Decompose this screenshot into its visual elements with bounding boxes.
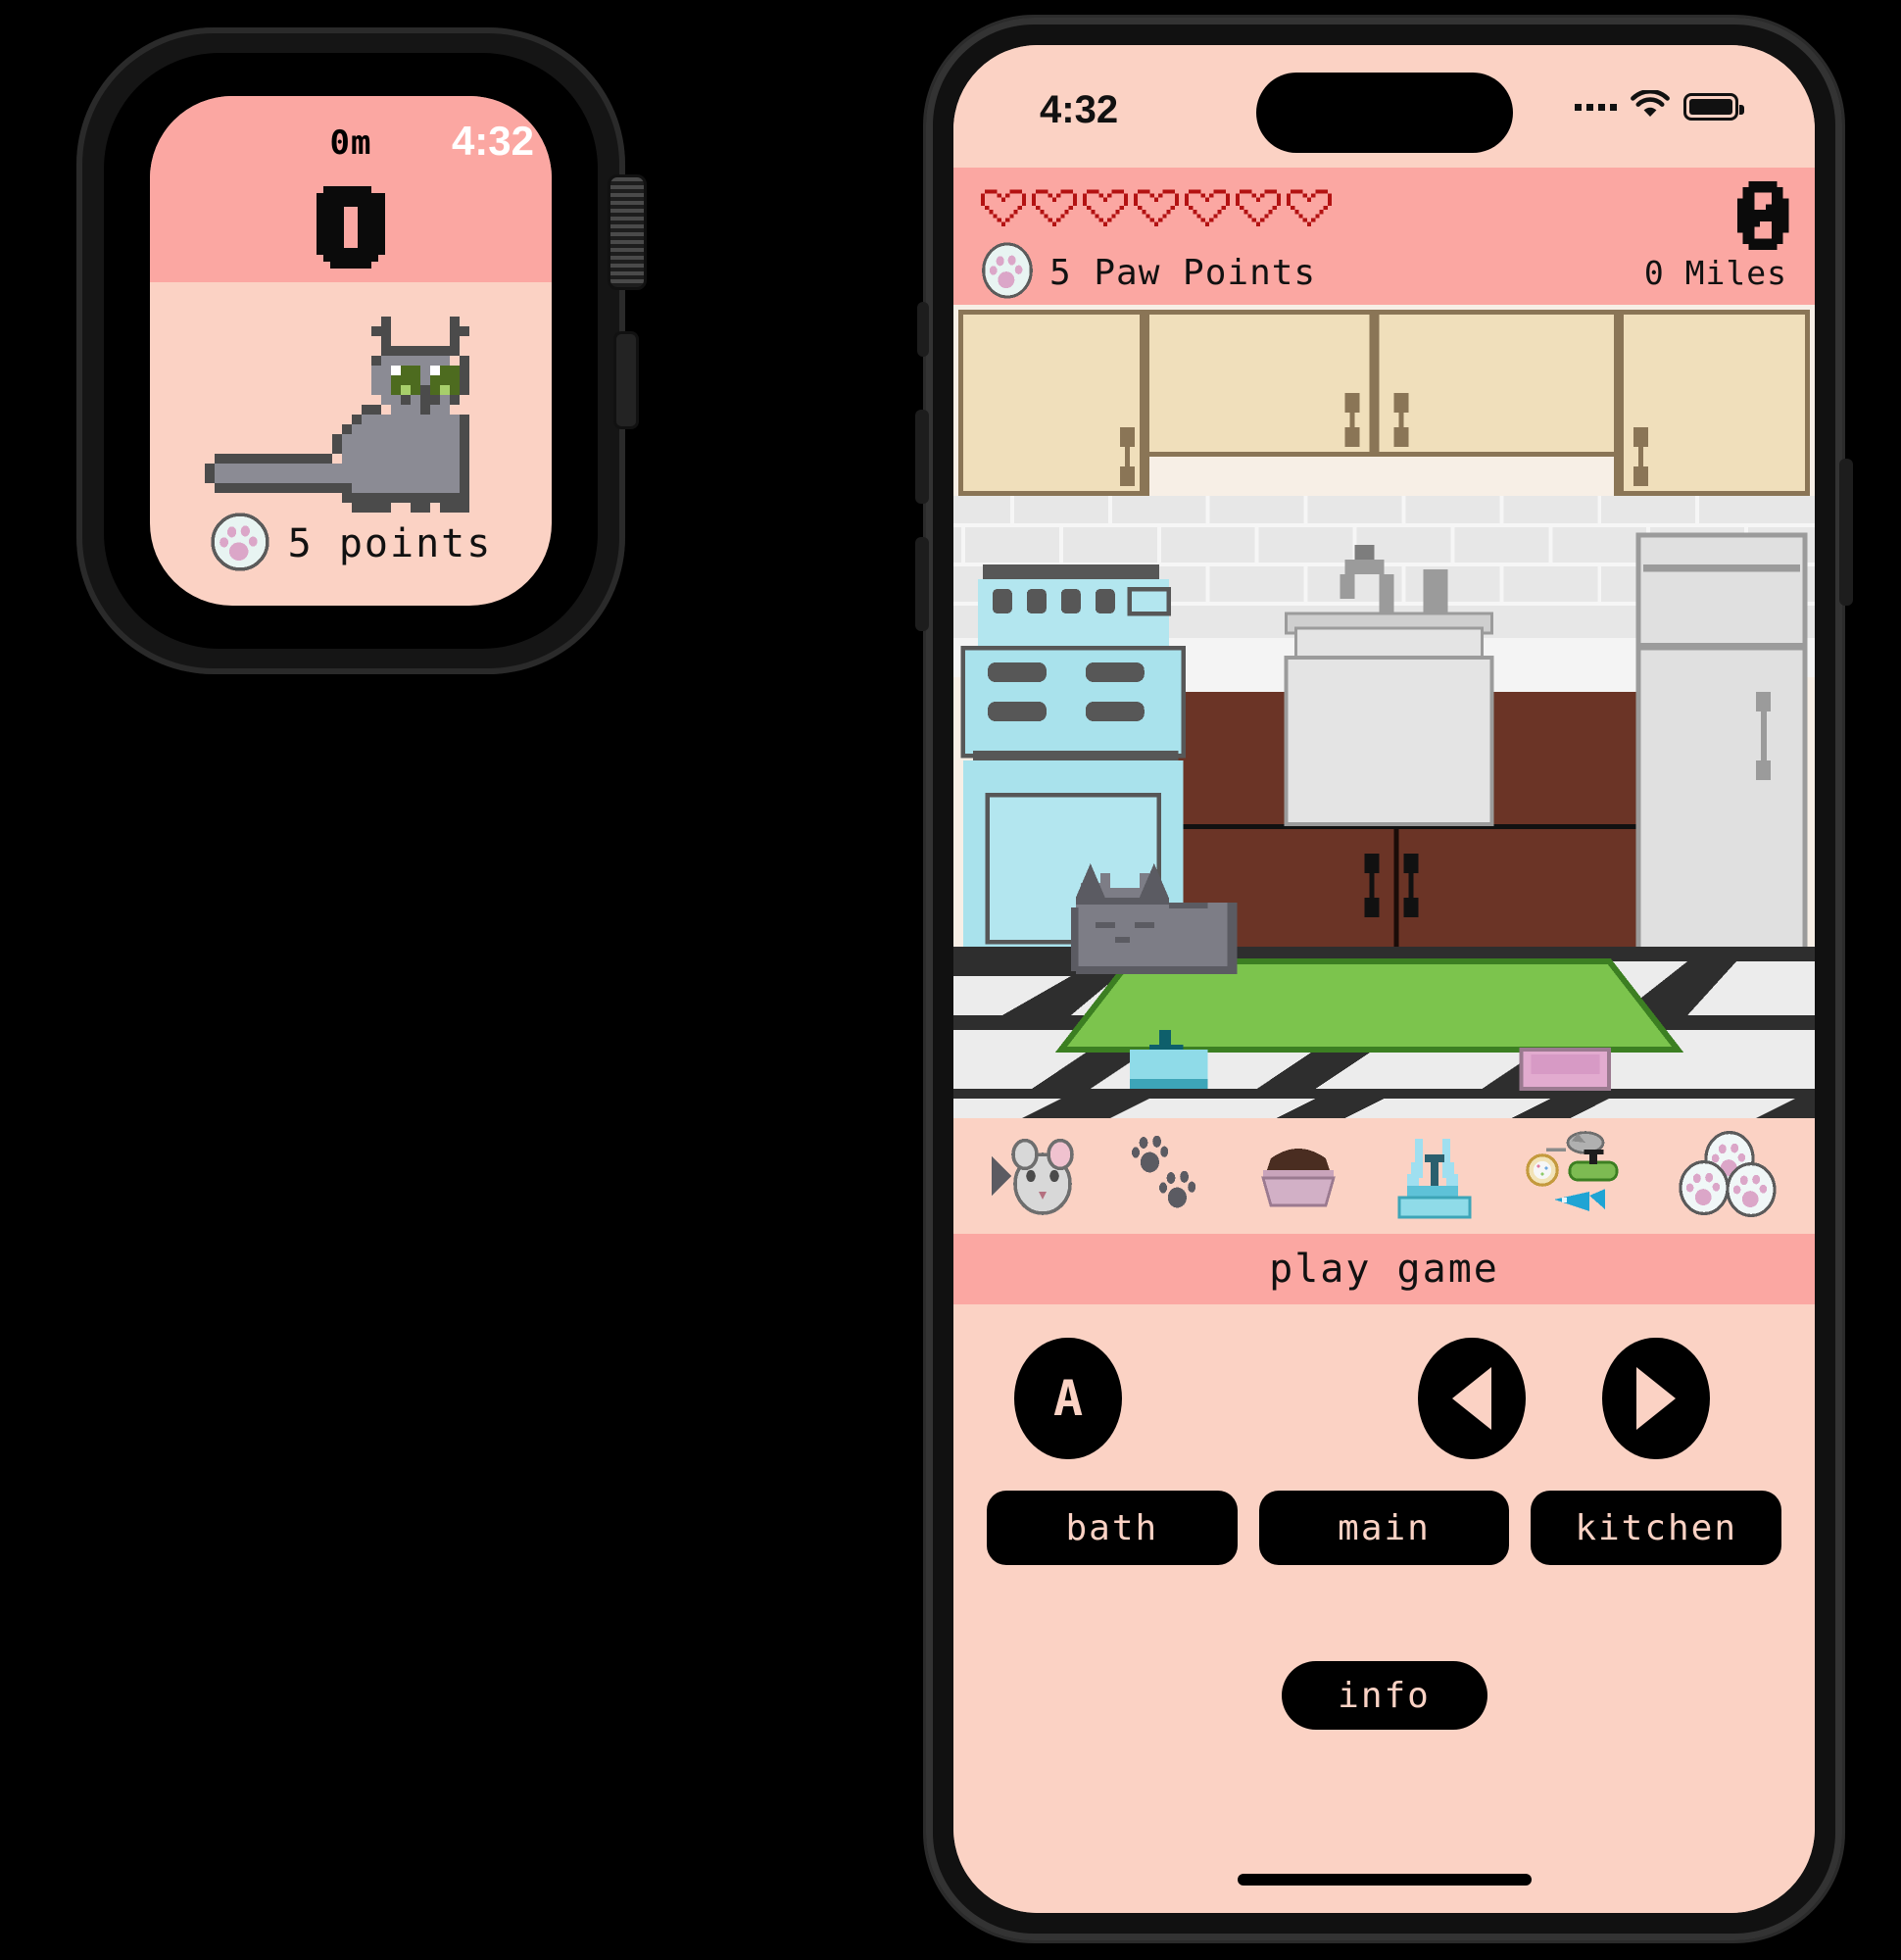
paw-points-stat: 5 Paw Points	[981, 242, 1316, 303]
home-indicator[interactable]	[1237, 1874, 1532, 1886]
grey-cat-sitting-icon	[205, 317, 499, 516]
heart-outline-icon	[1287, 185, 1332, 230]
watch-screen: 0m 4:32 5 points	[150, 96, 552, 606]
food-bowl-item[interactable]	[1251, 1139, 1345, 1213]
phone-volume-up-button[interactable]	[915, 410, 929, 504]
info-label: info	[1338, 1675, 1431, 1716]
wifi-icon	[1631, 88, 1670, 123]
cellular-dots-icon	[1575, 103, 1617, 111]
kitchen-scene[interactable]	[953, 305, 1815, 1118]
room-tab-label: bath	[1065, 1507, 1159, 1548]
game-hud: 5 Paw Points 0 Miles	[953, 168, 1815, 305]
status-bar-time: 4:32	[1040, 88, 1119, 131]
arrow-left-button[interactable]	[1418, 1338, 1526, 1459]
apple-watch-device: 0m 4:32 5 points	[76, 27, 647, 674]
status-bar-indicators	[1575, 88, 1744, 123]
watch-clock: 4:32	[451, 118, 534, 164]
paw-coin-icon	[981, 242, 1034, 303]
play-game-label: play game	[1269, 1247, 1499, 1292]
action-a-button[interactable]: A	[1014, 1338, 1122, 1459]
phone-power-button[interactable]	[1839, 459, 1853, 606]
room-tab-bath[interactable]: bath	[987, 1491, 1238, 1565]
status-bar: 4:32	[953, 45, 1815, 168]
watch-points-row: 5 points	[150, 512, 552, 576]
heart-outline-icon	[1134, 185, 1179, 230]
play-game-bar[interactable]: play game	[953, 1234, 1815, 1304]
room-tab-label: main	[1338, 1507, 1431, 1548]
battery-icon	[1683, 93, 1744, 121]
heart-outline-icon	[1185, 185, 1230, 230]
info-button[interactable]: info	[1281, 1661, 1487, 1730]
mouse-toy-item[interactable]	[988, 1133, 1082, 1219]
arrow-left-icon	[1452, 1367, 1491, 1430]
zero-badge-icon	[317, 186, 385, 272]
miles-label: 0 Miles	[1643, 253, 1787, 292]
heart-outline-icon	[1236, 185, 1281, 230]
heart-outline-icon	[981, 185, 1026, 230]
heart-outline-icon	[1032, 185, 1077, 230]
room-tab-kitchen[interactable]: kitchen	[1531, 1491, 1782, 1565]
paw-coin-icon	[210, 512, 270, 576]
action-a-label: A	[1052, 1370, 1084, 1427]
arrow-right-button[interactable]	[1602, 1338, 1710, 1459]
water-fountain-item[interactable]	[1388, 1131, 1482, 1221]
paw-coins-item[interactable]	[1679, 1131, 1780, 1221]
health-hearts	[981, 185, 1787, 230]
arrow-right-icon	[1636, 1367, 1676, 1430]
room-tab-label: kitchen	[1575, 1507, 1738, 1548]
item-bar	[953, 1118, 1815, 1234]
paw-points-label: 5 Paw Points	[1049, 252, 1317, 293]
paw-prints-item[interactable]	[1124, 1133, 1210, 1219]
watch-steps-label: 0m	[329, 123, 372, 163]
watch-header: 0m 4:32	[150, 96, 552, 282]
watch-points-label: 5 points	[287, 521, 493, 566]
iphone-device: 4:32 5 Paw Points 0 Miles play game A ba…	[915, 18, 1853, 1940]
room-tab-main[interactable]: main	[1258, 1491, 1510, 1565]
watch-side-button[interactable]	[613, 331, 639, 429]
hud-stats-row: 5 Paw Points 0 Miles	[981, 242, 1787, 303]
phone-screen: 4:32 5 Paw Points 0 Miles play game A ba…	[953, 45, 1815, 1913]
heart-outline-icon	[1083, 185, 1128, 230]
treats-item[interactable]	[1523, 1131, 1636, 1221]
controls-panel: A bath main kitchen info	[953, 1304, 1815, 1913]
phone-mute-switch[interactable]	[917, 302, 929, 357]
phone-volume-down-button[interactable]	[915, 537, 929, 631]
info-row: info	[953, 1661, 1815, 1730]
pixel-settings-icon[interactable]	[1736, 181, 1789, 254]
screenshot-root: 0m 4:32 5 points 4:32 5 Paw Points 0 Mil…	[0, 0, 1901, 1960]
room-tabs: bath main kitchen	[953, 1491, 1815, 1565]
dynamic-island	[1255, 73, 1513, 153]
digital-crown[interactable]	[608, 174, 647, 290]
dpad-row: A	[953, 1304, 1815, 1491]
watch-bezel: 0m 4:32 5 points	[104, 53, 598, 649]
